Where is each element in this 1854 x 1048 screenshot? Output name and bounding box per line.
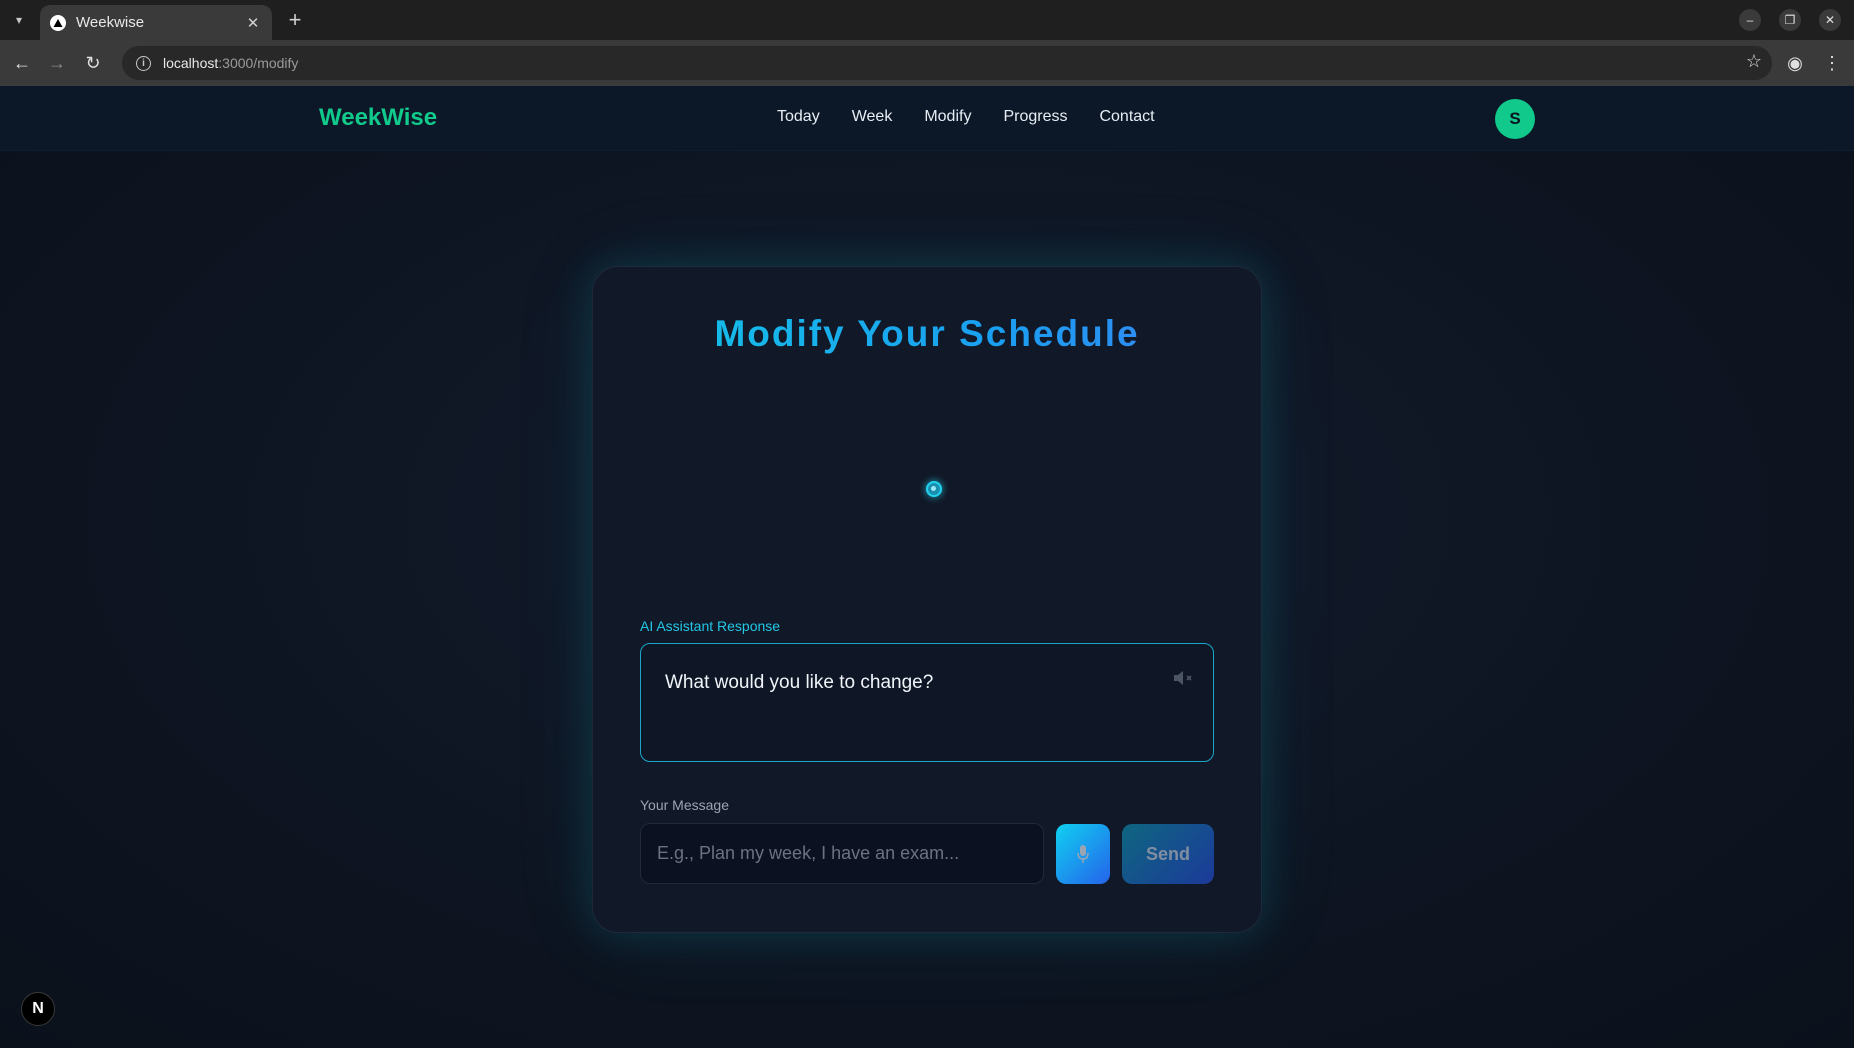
url-host: localhost [163,55,219,71]
back-arrow-icon[interactable]: ← [9,50,35,76]
site-info-icon[interactable]: i [136,55,151,71]
message-label: Your Message [640,797,729,813]
app-header: WeekWise Today Week Modify Progress Cont… [0,86,1854,151]
menu-kebab-icon[interactable]: ⋮ [1819,50,1845,76]
microphone-button[interactable] [1056,824,1110,884]
ai-response-box: What would you like to change? [640,643,1214,762]
restore-window-icon[interactable]: ❐ [1779,9,1801,31]
tab-search-chevron-down-icon[interactable]: ▾ [6,7,32,33]
send-button[interactable]: Send [1122,824,1214,884]
modify-card: Modify Your Schedule AI Assistant Respon… [592,266,1262,933]
address-bar[interactable]: i localhost:3000/modify ☆ [122,46,1772,80]
brand-logo[interactable]: WeekWise [319,104,437,132]
page-title: Modify Your Schedule [593,313,1261,355]
ai-response-text: What would you like to change? [665,672,934,693]
nextjs-dev-badge[interactable]: N [21,992,55,1026]
browser-tab[interactable]: Weekwise ✕ [40,5,272,40]
nav-link-progress[interactable]: Progress [1003,108,1067,126]
profile-icon[interactable]: ◉ [1782,50,1808,76]
nav-link-contact[interactable]: Contact [1099,108,1154,126]
url-path: :3000/modify [218,55,299,71]
new-tab-plus-icon[interactable]: + [282,7,308,33]
forward-arrow-icon[interactable]: → [44,50,70,76]
tab-title: Weekwise [76,14,145,31]
app-viewport: WeekWise Today Week Modify Progress Cont… [0,86,1854,1048]
microphone-icon [1077,845,1089,863]
message-input[interactable] [640,823,1044,884]
nav-link-modify[interactable]: Modify [924,108,971,126]
user-avatar[interactable]: S [1495,99,1535,139]
minimize-window-icon[interactable]: – [1739,9,1761,31]
nav-link-week[interactable]: Week [852,108,893,126]
main-nav: Today Week Modify Progress Contact [777,108,1187,126]
speaker-muted-icon[interactable] [1171,666,1195,690]
voice-orb-icon [926,481,942,497]
tab-close-icon[interactable]: ✕ [244,14,262,32]
nav-link-today[interactable]: Today [777,108,820,126]
close-window-icon[interactable]: ✕ [1819,9,1841,31]
reload-icon[interactable]: ↻ [80,50,106,76]
vercel-favicon-icon [50,14,66,31]
browser-tab-bar: ▾ Weekwise ✕ + – ❐ ✕ [0,0,1854,40]
ai-response-label: AI Assistant Response [640,618,781,634]
bookmark-star-icon[interactable]: ☆ [1746,51,1762,72]
browser-toolbar: ← → ↻ i localhost:3000/modify ☆ ◉ ⋮ [0,40,1854,86]
